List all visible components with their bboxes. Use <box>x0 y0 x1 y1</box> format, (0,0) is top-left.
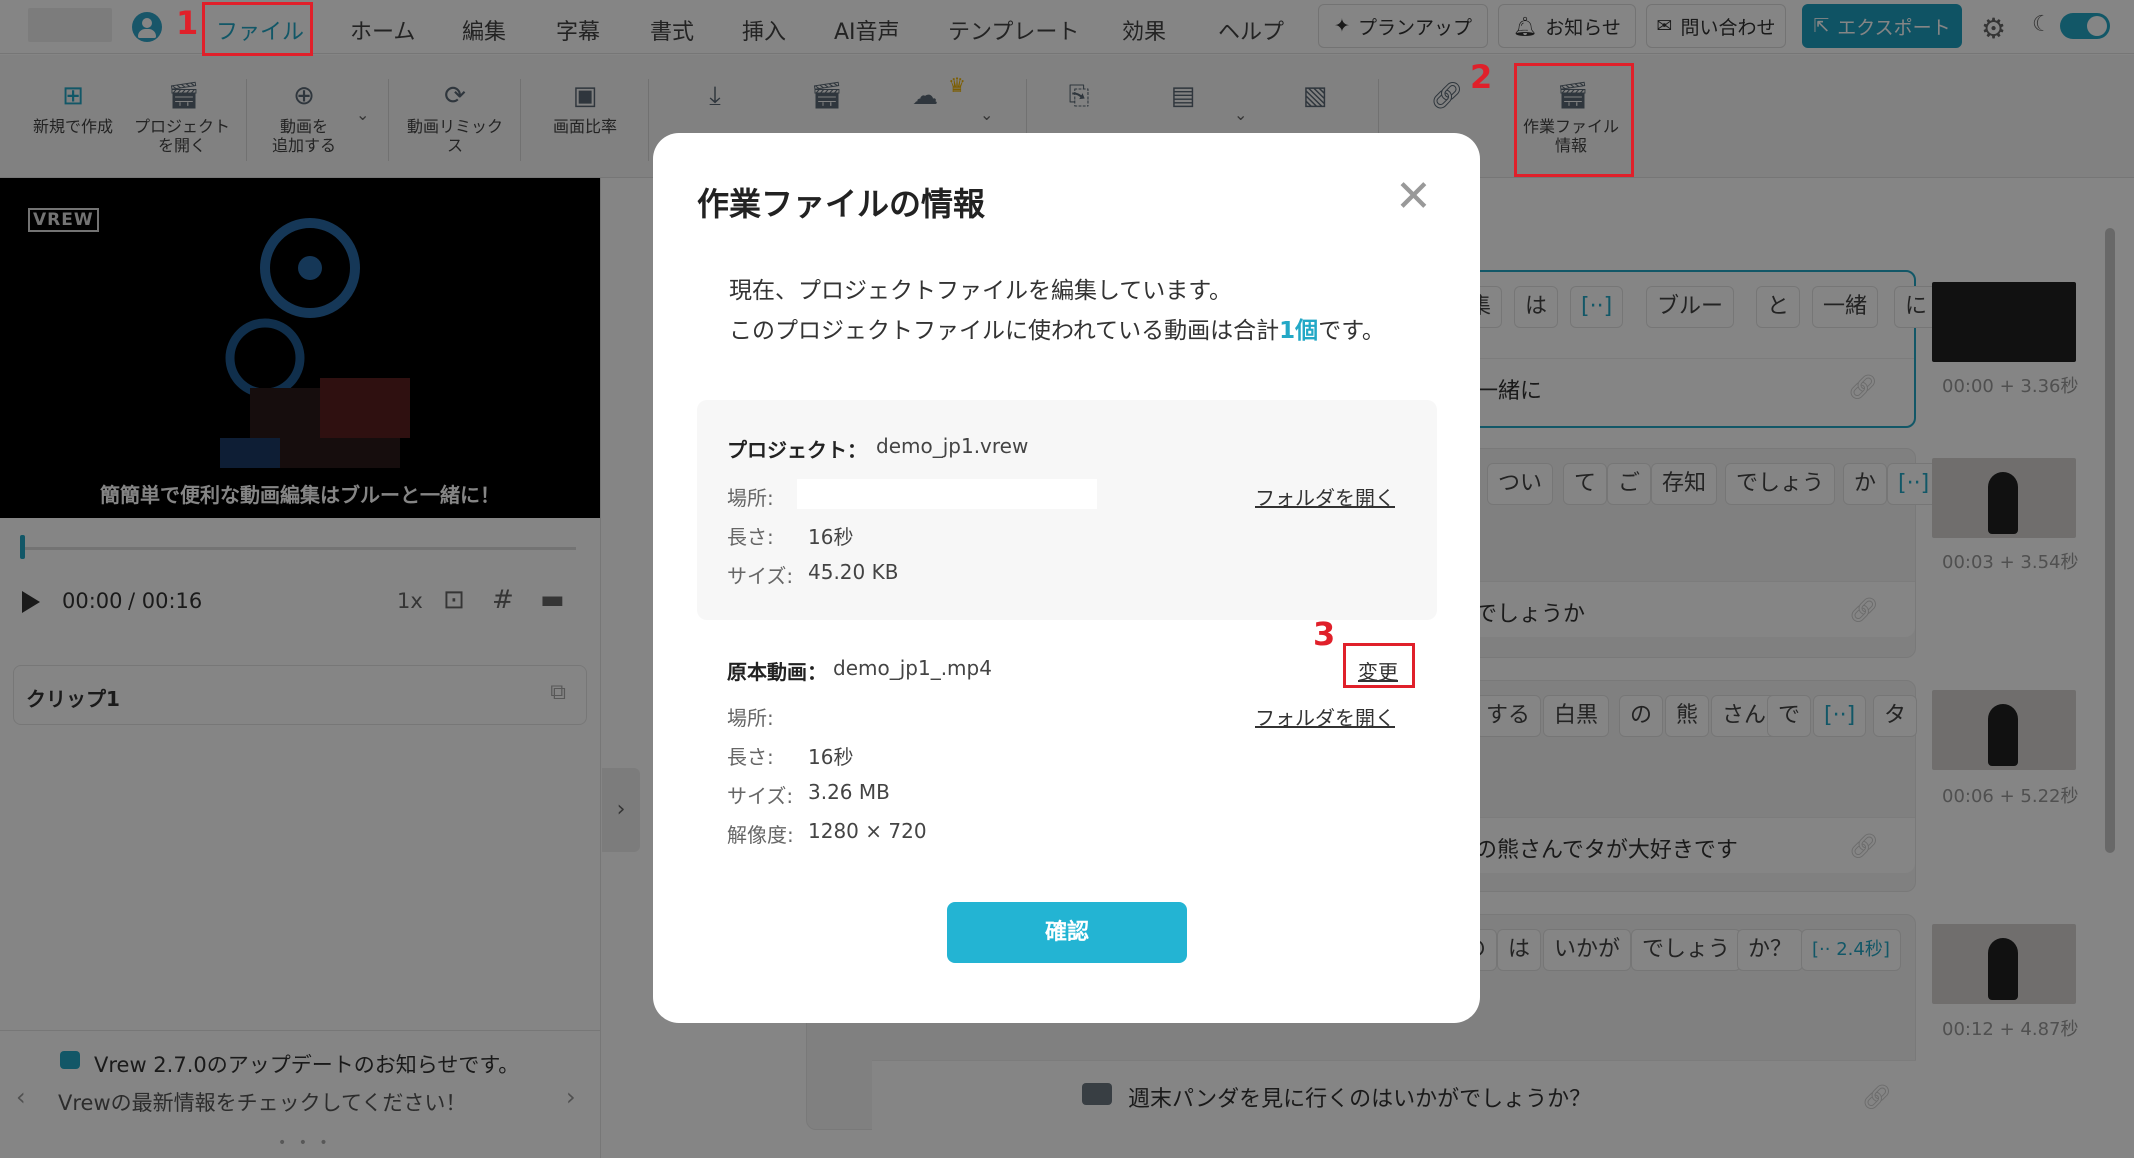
confirm-button[interactable]: 確認 <box>947 902 1187 963</box>
description-text: です。 <box>1318 318 1385 344</box>
annotation-number: 1 <box>176 4 199 42</box>
project-info-box: プロジェクト： demo_jp1.vrew 場所: フォルダを開く 長さ: 16… <box>697 400 1437 620</box>
original-video-name: demo_jp1_.mp4 <box>833 656 992 680</box>
length-label: 長さ: <box>727 525 774 549</box>
original-video-length: 16秒 <box>808 745 854 769</box>
dialog-title: 作業ファイルの情報 <box>697 185 986 223</box>
dialog-description-2: このプロジェクトファイルに使われている動画は合計1個です。 <box>729 311 1385 345</box>
project-size: 45.20 KB <box>808 560 899 584</box>
size-label: サイズ: <box>727 784 794 808</box>
annotation-box-change <box>1343 643 1415 688</box>
annotation-box-file-menu <box>202 2 313 56</box>
description-text: このプロジェクトファイルに使われている動画は合計 <box>729 318 1280 344</box>
dialog-description-1: 現在、プロジェクトファイルを編集しています。 <box>729 278 1233 304</box>
work-file-info-dialog: 作業ファイルの情報 ✕ 現在、プロジェクトファイルを編集しています。 このプロジ… <box>653 133 1480 1023</box>
length-label: 長さ: <box>727 745 774 769</box>
original-video-resolution: 1280 × 720 <box>808 819 927 843</box>
resolution-label: 解像度: <box>727 823 794 847</box>
location-label: 場所: <box>727 486 774 510</box>
project-length: 16秒 <box>808 525 854 549</box>
video-count: 1個 <box>1279 318 1319 344</box>
annotation-number: 3 <box>1313 615 1336 653</box>
project-path-redacted <box>797 479 1097 509</box>
original-video-label: 原本動画： <box>727 660 827 684</box>
location-label: 場所: <box>727 706 774 730</box>
open-folder-link[interactable]: フォルダを開く <box>1255 482 1395 511</box>
original-video-size: 3.26 MB <box>808 780 890 804</box>
size-label: サイズ: <box>727 564 794 588</box>
annotation-number: 2 <box>1470 58 1493 96</box>
project-label: プロジェクト： <box>727 438 867 462</box>
annotation-box-work-file-info <box>1514 63 1634 177</box>
project-name: demo_jp1.vrew <box>876 434 1029 458</box>
close-icon[interactable]: ✕ <box>1395 175 1432 219</box>
open-folder-link[interactable]: フォルダを開く <box>1255 702 1395 731</box>
